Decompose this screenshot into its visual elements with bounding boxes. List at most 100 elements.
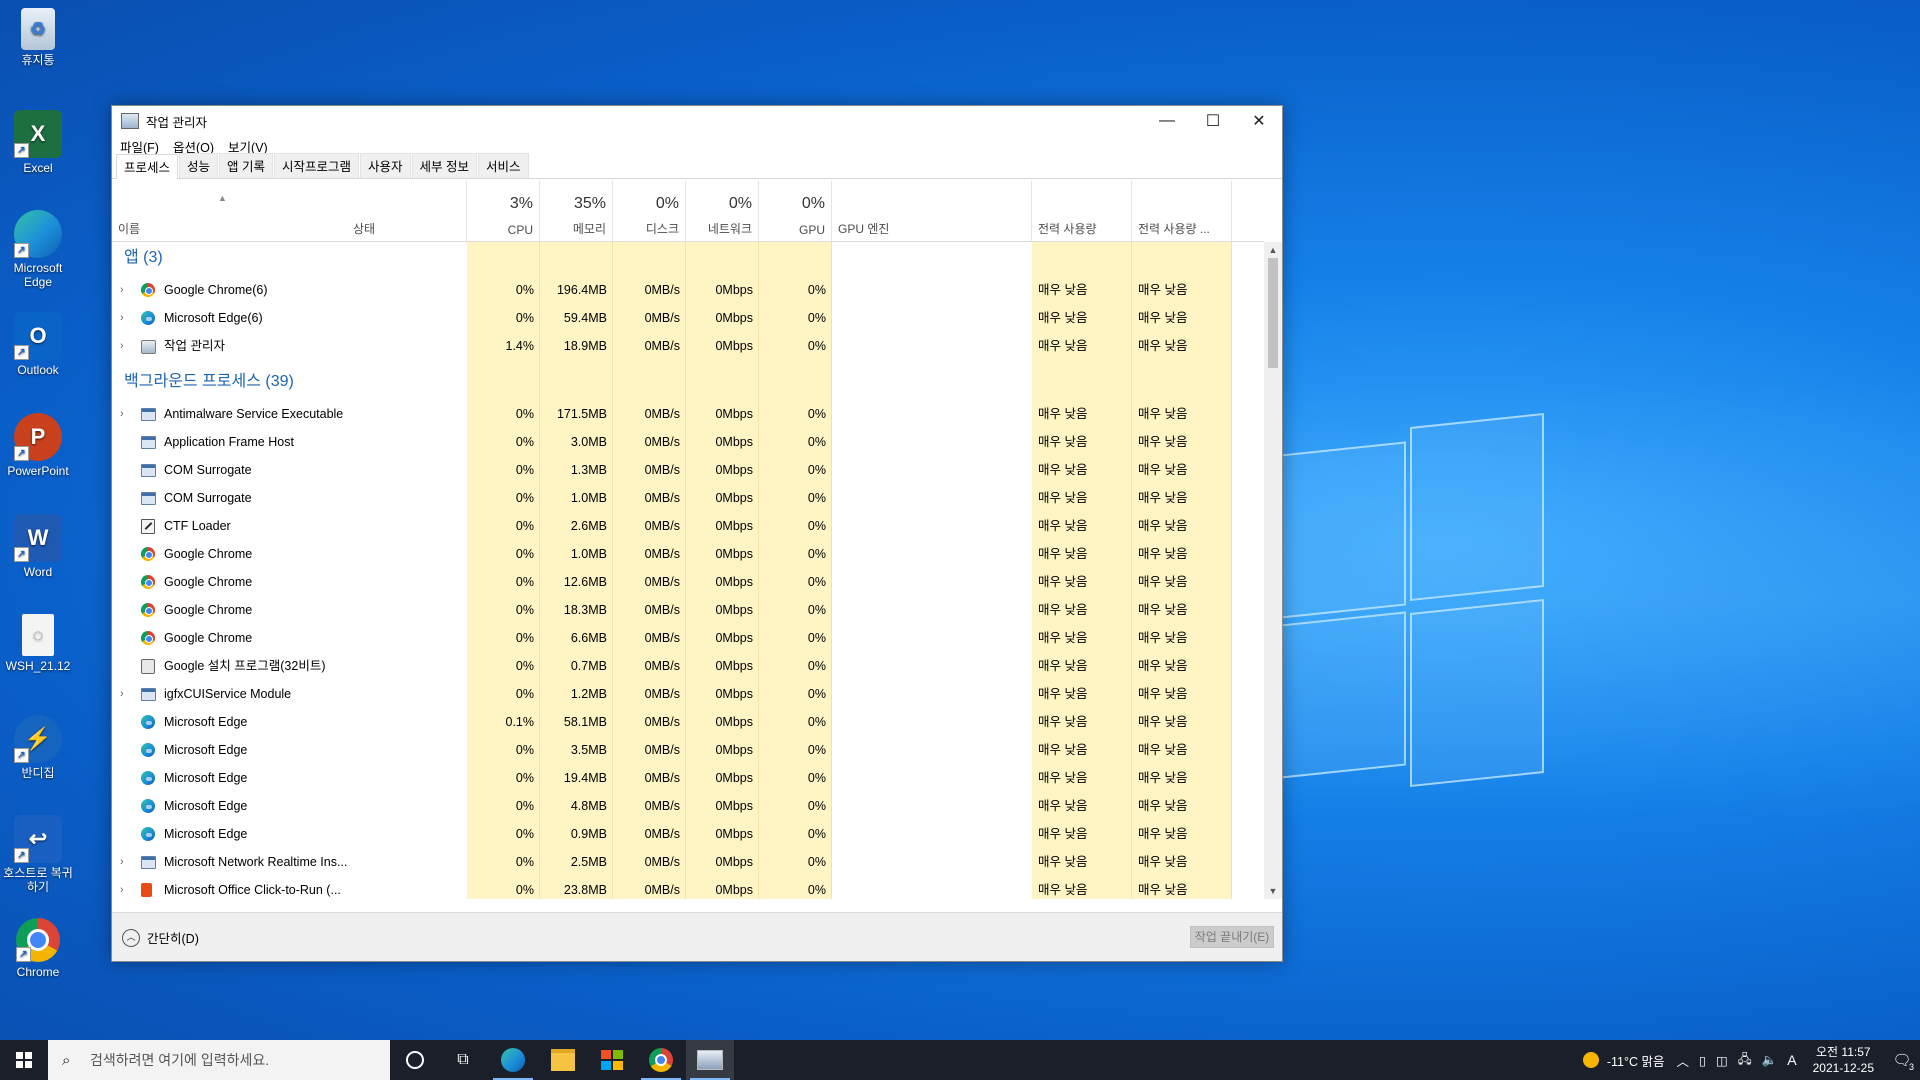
table-row[interactable]: Microsoft Edge 0% 4.8MB 0MB/s 0Mbps 0% 매우 낮음 매우… (112, 792, 1264, 820)
cell-power: 매우 낮음 (1038, 547, 1088, 561)
expand-chevron-icon[interactable]: › (120, 400, 132, 428)
column-header-power-trend[interactable]: 전력 사용량 ... (1132, 181, 1232, 241)
task-view-button[interactable]: ⧉ (439, 1040, 487, 1080)
weather-sun-icon[interactable] (1582, 1052, 1599, 1068)
table-row[interactable]: › Google Chrome(6) 0% 196.4MB 0MB/s 0Mbps 0% 매우… (112, 276, 1264, 304)
cell-trend: 매우 낮음 (1138, 435, 1188, 449)
input-method-indicator[interactable]: A (1787, 1052, 1796, 1068)
tab-performance[interactable]: 성능 (179, 153, 219, 178)
column-header-name[interactable]: ▲ 이름 (112, 181, 347, 241)
volume-icon[interactable]: 🔈 (1762, 1053, 1778, 1068)
cell-disk: 0MB/s (644, 311, 680, 325)
scroll-up-arrow-icon[interactable]: ▲ (1264, 242, 1282, 258)
table-row[interactable]: Google Chrome 0% 6.6MB 0MB/s 0Mbps 0% 매우 낮음 매우 … (112, 624, 1264, 652)
expand-chevron-icon[interactable]: › (120, 848, 132, 876)
taskbar-chrome[interactable] (637, 1040, 685, 1080)
table-row[interactable]: Google Chrome 0% 12.6MB 0MB/s 0Mbps 0% 매우 낮음 매우… (112, 568, 1264, 596)
menu-file[interactable]: 파일(F) (120, 137, 159, 156)
cell-gpu: 0% (807, 631, 826, 645)
table-row[interactable]: Application Frame Host 0% 3.0MB 0MB/s 0Mbps 0… (112, 428, 1264, 456)
tab-users[interactable]: 사용자 (360, 153, 411, 178)
table-row[interactable]: › Microsoft Office Click-to-Run (... 0% 23.… (112, 876, 1264, 899)
column-header-memory[interactable]: 35% 메모리 (540, 181, 613, 241)
table-row[interactable]: Google Chrome 0% 1.0MB 0MB/s 0Mbps 0% 매우 낮음 매우 … (112, 540, 1264, 568)
expand-chevron-icon[interactable]: › (120, 876, 132, 899)
column-header-cpu[interactable]: 3% CPU (467, 181, 540, 241)
expand-chevron-icon[interactable]: › (120, 680, 132, 708)
table-row[interactable]: › igfxCUIService Module 0% 1.2MB 0MB/s 0Mbps 0… (112, 680, 1264, 708)
tab-services[interactable]: 서비스 (478, 153, 529, 178)
column-header-status[interactable]: 상태 (347, 181, 467, 241)
cell-mem: 0.7MB (570, 659, 607, 673)
desktop-icon-return-to-host[interactable]: ↩ ↗ 호스트로 복귀하기 (0, 815, 76, 894)
table-row[interactable]: Microsoft Edge 0.1% 58.1MB 0MB/s 0Mbps 0% 매우 낮… (112, 708, 1264, 736)
start-button[interactable] (0, 1040, 48, 1080)
taskbar-store[interactable] (588, 1040, 636, 1080)
desktop-icon-excel[interactable]: X ↗ Excel (0, 110, 76, 175)
taskbar-file-explorer[interactable] (539, 1040, 587, 1080)
network-icon[interactable]: 🖧 (1738, 1050, 1752, 1071)
table-row[interactable]: Google 설치 프로그램(32비트) 0% 0.7MB 0MB/s 0Mbps 0% 매… (112, 652, 1264, 680)
table-row[interactable]: › 작업 관리자 1.4% 18.9MB 0MB/s 0Mbps 0% 매우 낮음 매우 낮음 (112, 332, 1264, 360)
clock[interactable]: 오전 11:57 2021-12-25 (1813, 1044, 1874, 1076)
desktop-icon-recycle-bin[interactable]: ♻ 휴지통 (0, 8, 76, 67)
cell-cpu: 0% (515, 311, 534, 325)
table-row[interactable]: › Antimalware Service Executable 0% 171.5MB… (112, 400, 1264, 428)
task-manager-icon (121, 113, 139, 129)
cortana-button[interactable] (391, 1040, 439, 1080)
tab-app-history[interactable]: 앱 기록 (219, 153, 274, 178)
table-row[interactable]: › Microsoft Network Realtime Ins... 0% 2.5M… (112, 848, 1264, 876)
taskbar-edge[interactable] (489, 1040, 537, 1080)
desktop-icon-word[interactable]: W ↗ Word (0, 514, 76, 579)
desktop-icon-chrome[interactable]: ↗ Chrome (0, 918, 76, 979)
group-header-apps[interactable]: 앱 (3) (124, 243, 163, 273)
table-row[interactable]: Microsoft Edge 0% 19.4MB 0MB/s 0Mbps 0% 매우 낮음 매… (112, 764, 1264, 792)
cell-power: 매우 낮음 (1038, 603, 1088, 617)
cell-net: 0Mbps (715, 463, 753, 477)
end-task-button[interactable]: 작업 끝내기(E) (1190, 926, 1274, 948)
scroll-thumb[interactable] (1268, 258, 1278, 368)
desktop-icon-wsh-file[interactable]: ◌ WSH_21.12 (0, 614, 76, 673)
meet-now-icon[interactable]: ◫ (1716, 1053, 1728, 1068)
expand-chevron-icon[interactable]: › (120, 276, 132, 304)
minimize-button[interactable]: — (1144, 106, 1190, 136)
table-row[interactable]: CTF Loader 0% 2.6MB 0MB/s 0Mbps 0% 매우 낮음 매우 낮음 (112, 512, 1264, 540)
desktop-icon-powerpoint[interactable]: P ↗ PowerPoint (0, 413, 76, 478)
cell-cpu: 0% (515, 519, 534, 533)
maximize-button[interactable]: ☐ (1190, 106, 1236, 136)
table-row[interactable]: Microsoft Edge 0% 0.9MB 0MB/s 0Mbps 0% 매우 낮음 매우… (112, 820, 1264, 848)
notification-center-button[interactable]: 🗨 3 (1884, 1040, 1920, 1080)
tab-processes[interactable]: 프로세스 (116, 154, 179, 179)
desktop-icon-bandizip[interactable]: ⚡ ↗ 반디집 (0, 715, 76, 780)
group-header-background-processes[interactable]: 백그라운드 프로세스 (39) (124, 367, 294, 397)
title-bar[interactable]: 작업 관리자 — ☐ ✕ (112, 106, 1282, 136)
table-row[interactable]: COM Surrogate 0% 1.0MB 0MB/s 0Mbps 0% 매우 낮음 매우 … (112, 484, 1264, 512)
column-header-gpu[interactable]: 0% GPU (759, 181, 832, 241)
desktop-icon-edge[interactable]: ↗ Microsoft Edge (0, 210, 76, 289)
column-header-disk[interactable]: 0% 디스크 (613, 181, 686, 241)
scroll-down-arrow-icon[interactable]: ▼ (1264, 883, 1282, 899)
table-row[interactable]: Google Chrome 0% 18.3MB 0MB/s 0Mbps 0% 매우 낮음 매우… (112, 596, 1264, 624)
show-hidden-icons-chevron-icon[interactable]: ︿ (1677, 1051, 1690, 1070)
vertical-scrollbar[interactable]: ▲ ▼ (1264, 242, 1282, 899)
cell-gpu: 0% (807, 771, 826, 785)
expand-chevron-icon[interactable]: › (120, 332, 132, 360)
weather-text[interactable]: -11°C 맑음 (1607, 1051, 1665, 1070)
cell-gpu: 0% (807, 575, 826, 589)
column-header-gpu-engine[interactable]: GPU 엔진 (832, 181, 1032, 241)
taskbar-task-manager[interactable] (686, 1040, 734, 1080)
table-row[interactable]: COM Surrogate 0% 1.3MB 0MB/s 0Mbps 0% 매우 낮음 매우 … (112, 456, 1264, 484)
fewer-details-button[interactable]: ︿ 간단히(D) (122, 928, 199, 947)
device-icon[interactable]: ▯ (1699, 1053, 1706, 1068)
desktop-icon-outlook[interactable]: O ↗ Outlook (0, 312, 76, 377)
table-row[interactable]: Microsoft Edge 0% 3.5MB 0MB/s 0Mbps 0% 매우 낮음 매우… (112, 736, 1264, 764)
cell-gpu: 0% (807, 435, 826, 449)
tab-startup[interactable]: 시작프로그램 (274, 153, 360, 178)
tab-details[interactable]: 세부 정보 (411, 153, 478, 178)
expand-chevron-icon[interactable]: › (120, 304, 132, 332)
table-row[interactable]: › Microsoft Edge(6) 0% 59.4MB 0MB/s 0Mbps 0% 매우… (112, 304, 1264, 332)
column-header-network[interactable]: 0% 네트워크 (686, 181, 759, 241)
column-header-power[interactable]: 전력 사용량 (1032, 181, 1132, 241)
taskbar-search-box[interactable]: ⌕ 검색하려면 여기에 입력하세요. (48, 1040, 390, 1080)
close-button[interactable]: ✕ (1236, 106, 1282, 136)
